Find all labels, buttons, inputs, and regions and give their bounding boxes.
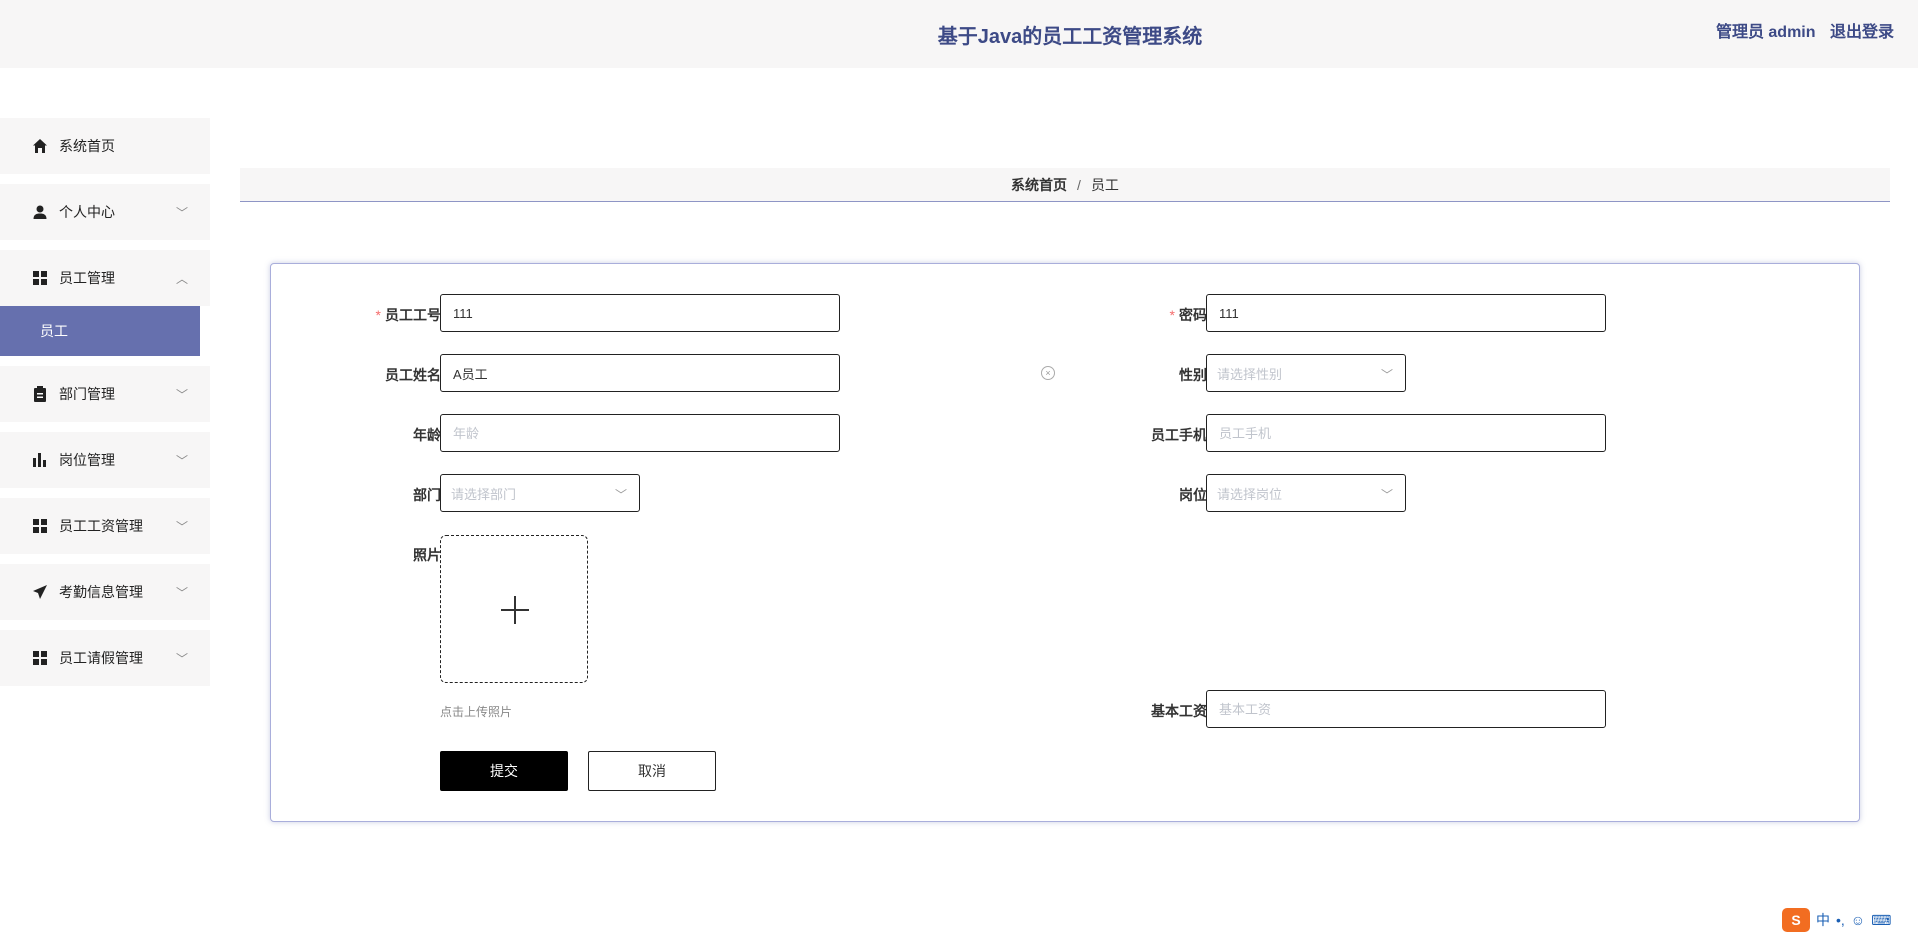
photo-label: 照片 bbox=[413, 547, 441, 563]
sidebar-item-department-mgmt[interactable]: 部门管理 ﹀ bbox=[0, 366, 210, 422]
breadcrumb-home[interactable]: 系统首页 bbox=[1011, 175, 1067, 195]
sidebar: 系统首页 个人中心 ﹀ 员工管理 ︿ 员工 部门管理 ﹀ 岗位管理 ﹀ 员工工资… bbox=[0, 118, 210, 696]
sidebar-item-home[interactable]: 系统首页 bbox=[0, 118, 210, 174]
password-label: * 密码 bbox=[1169, 307, 1207, 323]
department-select[interactable]: 请选择部门 ﹀ bbox=[440, 474, 640, 512]
bar-chart-icon bbox=[31, 451, 49, 469]
base-salary-input[interactable] bbox=[1206, 690, 1606, 728]
punctuation-icon: •, bbox=[1836, 912, 1845, 928]
sidebar-item-label: 员工工资管理 bbox=[59, 518, 143, 534]
breadcrumb: 系统首页 / 员工 bbox=[240, 168, 1890, 202]
department-label: 部门 bbox=[413, 487, 441, 503]
gender-select[interactable]: 请选择性别 ﹀ bbox=[1206, 354, 1406, 392]
age-label: 年龄 bbox=[413, 427, 441, 443]
grid-icon bbox=[31, 269, 49, 287]
top-bar: 基于Java的员工工资管理系统 管理员 admin 退出登录 bbox=[0, 0, 1918, 68]
chevron-up-icon: ︿ bbox=[175, 272, 188, 286]
sidebar-subitem-label: 员工 bbox=[40, 323, 68, 339]
password-input[interactable] bbox=[1206, 294, 1606, 332]
user-icon bbox=[31, 203, 49, 221]
ime-mode: 中 bbox=[1816, 912, 1830, 928]
position-placeholder: 请选择岗位 bbox=[1217, 486, 1283, 502]
required-mark: * bbox=[1169, 307, 1175, 323]
home-icon bbox=[31, 137, 49, 155]
chevron-down-icon: ﹀ bbox=[175, 520, 188, 534]
sidebar-item-label: 员工管理 bbox=[59, 270, 115, 286]
upload-tip: 点击上传照片 bbox=[440, 705, 513, 719]
sogou-logo-icon: S bbox=[1782, 908, 1810, 932]
submit-button[interactable]: 提交 bbox=[440, 751, 568, 791]
employee-no-label: * 员工工号 bbox=[375, 307, 441, 323]
chevron-down-icon: ﹀ bbox=[175, 652, 188, 666]
sidebar-item-position-mgmt[interactable]: 岗位管理 ﹀ bbox=[0, 432, 210, 488]
current-user: 管理员 admin bbox=[1715, 24, 1816, 41]
logout-link[interactable]: 退出登录 bbox=[1830, 24, 1894, 41]
gender-label: 性别 bbox=[1179, 367, 1207, 383]
sidebar-subitem-employee[interactable]: 员工 bbox=[0, 306, 200, 356]
emoji-icon: ☺ bbox=[1850, 912, 1866, 928]
grid-icon bbox=[31, 517, 49, 535]
position-label: 岗位 bbox=[1179, 487, 1207, 503]
chevron-down-icon: ﹀ bbox=[1380, 488, 1393, 502]
sidebar-item-employee-mgmt[interactable]: 员工管理 ︿ bbox=[0, 250, 210, 306]
breadcrumb-current: 员工 bbox=[1090, 176, 1119, 193]
phone-label: 员工手机 bbox=[1151, 427, 1207, 443]
chevron-down-icon: ﹀ bbox=[175, 206, 188, 220]
send-icon bbox=[31, 583, 49, 601]
sidebar-item-label: 员工请假管理 bbox=[59, 650, 143, 666]
sidebar-item-label: 岗位管理 bbox=[59, 452, 115, 468]
keyboard-icon: ⌨ bbox=[1871, 911, 1892, 928]
employee-no-input[interactable] bbox=[440, 294, 840, 332]
department-placeholder: 请选择部门 bbox=[451, 486, 517, 502]
app-title: 基于Java的员工工资管理系统 bbox=[937, 26, 1203, 48]
sidebar-item-label: 系统首页 bbox=[59, 138, 115, 154]
phone-input[interactable] bbox=[1206, 414, 1606, 452]
employee-name-label: 员工姓名 bbox=[385, 367, 441, 383]
sidebar-item-attendance-mgmt[interactable]: 考勤信息管理 ﹀ bbox=[0, 564, 210, 620]
chevron-down-icon: ﹀ bbox=[175, 388, 188, 402]
chevron-down-icon: ﹀ bbox=[1380, 368, 1393, 382]
employee-name-input[interactable] bbox=[440, 354, 840, 392]
sidebar-item-label: 部门管理 bbox=[59, 386, 115, 402]
grid-icon bbox=[31, 649, 49, 667]
breadcrumb-separator: / bbox=[1077, 176, 1081, 193]
clipboard-icon bbox=[31, 385, 49, 403]
ime-toolbar[interactable]: S 中 •, ☺ ⌨ bbox=[1782, 906, 1912, 934]
sidebar-item-label: 考勤信息管理 bbox=[59, 584, 143, 600]
user-area: 管理员 admin 退出登录 bbox=[1706, 18, 1894, 42]
photo-uploader[interactable] bbox=[440, 535, 588, 683]
employee-form: *员工工号 *密码 员工姓名 × 性别 请选择性别 ﹀ 年龄 员工手机 部门 请… bbox=[270, 263, 1860, 822]
base-salary-label: 基本工资 bbox=[1151, 703, 1207, 719]
sidebar-item-label: 个人中心 bbox=[59, 204, 115, 220]
sidebar-item-leave-mgmt[interactable]: 员工请假管理 ﹀ bbox=[0, 630, 210, 686]
cancel-button[interactable]: 取消 bbox=[588, 751, 716, 791]
chevron-down-icon: ﹀ bbox=[175, 454, 188, 468]
clear-icon[interactable]: × bbox=[1041, 366, 1055, 380]
chevron-down-icon: ﹀ bbox=[175, 586, 188, 600]
required-mark: * bbox=[375, 307, 381, 323]
position-select[interactable]: 请选择岗位 ﹀ bbox=[1206, 474, 1406, 512]
chevron-down-icon: ﹀ bbox=[614, 488, 627, 502]
sidebar-item-salary-mgmt[interactable]: 员工工资管理 ﹀ bbox=[0, 498, 210, 554]
gender-placeholder: 请选择性别 bbox=[1217, 366, 1283, 382]
age-input[interactable] bbox=[440, 414, 840, 452]
sidebar-item-profile[interactable]: 个人中心 ﹀ bbox=[0, 184, 210, 240]
